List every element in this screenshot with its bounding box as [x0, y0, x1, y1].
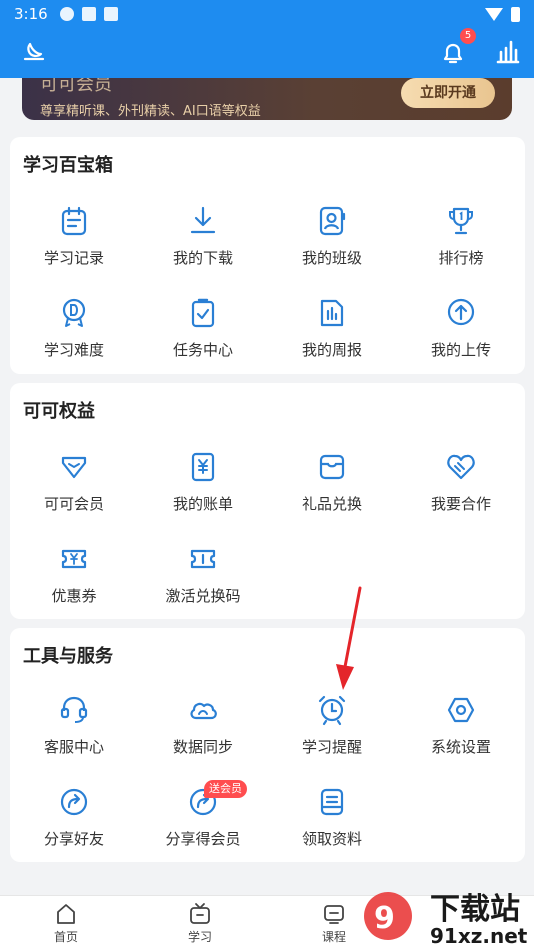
- status-time: 3:16: [14, 5, 48, 23]
- grid-item-label: 领取资料: [301, 830, 362, 848]
- grid-item-study-record[interactable]: 学习记录: [10, 205, 138, 287]
- benefits-card: 可可权益 可可会员 我的账单 礼品兑换 我要合作 优惠券 激活兑换码: [10, 383, 525, 619]
- grid-item-my-uploads[interactable]: 我的上传: [397, 297, 525, 379]
- grid-item-task-center[interactable]: 任务中心: [139, 297, 267, 379]
- grid-item-vip[interactable]: 可可会员: [10, 451, 138, 533]
- watermark-text-top: 下载站: [430, 892, 520, 927]
- alarm-clock-icon: [318, 695, 346, 726]
- notification-badge: 5: [460, 28, 476, 44]
- toolbox-card: 学习百宝箱 学习记录 我的下载 我的班级 排行榜 学习难度 任务中心 我的周报 …: [10, 137, 525, 374]
- tab-label: 首页: [53, 930, 78, 944]
- calendar-note-icon: [61, 206, 87, 236]
- grid-item-leaderboard[interactable]: 排行榜: [397, 205, 525, 287]
- grid-item-label: 任务中心: [172, 341, 233, 359]
- night-mode-icon[interactable]: [22, 40, 46, 64]
- grid-item-my-downloads[interactable]: 我的下载: [139, 205, 267, 287]
- materials-icon: [320, 788, 344, 816]
- grid-item-label: 分享好友: [43, 830, 104, 848]
- top-bar: 5: [0, 28, 534, 78]
- trophy-icon: [449, 207, 473, 235]
- grid-item-label: 我的周报: [301, 341, 362, 359]
- grid-item-label: 分享得会员: [165, 830, 241, 848]
- grid-item-label: 我的下载: [172, 249, 233, 267]
- bill-icon: [191, 452, 215, 482]
- wifi-icon: [485, 7, 503, 21]
- clipboard-check-icon: [191, 298, 215, 328]
- grid-item-study-difficulty[interactable]: 学习难度: [10, 297, 138, 379]
- grid-item-share-vip[interactable]: 分享得会员: [139, 786, 267, 868]
- grid-item-customer-service[interactable]: 客服中心: [10, 694, 138, 776]
- grid-item-my-bills[interactable]: 我的账单: [139, 451, 267, 533]
- grid-item-gift-redeem[interactable]: 礼品兑换: [268, 451, 396, 533]
- grid-item-label: 学习难度: [43, 341, 104, 359]
- tab-study[interactable]: 学习: [165, 902, 235, 945]
- grid-item-study-reminder[interactable]: 学习提醒: [268, 694, 396, 776]
- handshake-heart-icon: [447, 454, 475, 480]
- services-title: 工具与服务: [23, 646, 113, 667]
- study-tv-icon: [190, 903, 210, 924]
- toolbox-title: 学习百宝箱: [23, 155, 113, 176]
- share-icon: [60, 788, 88, 816]
- grid-item-activate-code[interactable]: 激活兑换码: [139, 543, 267, 625]
- grid-item-label: 学习提醒: [301, 738, 362, 756]
- tab-course[interactable]: 课程: [299, 902, 369, 945]
- grid-item-label: 我的账单: [172, 495, 233, 513]
- grid-item-label: 优惠券: [51, 587, 97, 605]
- grid-item-label: 礼品兑换: [301, 495, 362, 513]
- course-icon: [324, 905, 344, 924]
- tab-label: 课程: [321, 930, 346, 944]
- status-bar: 3:16: [0, 0, 534, 28]
- class-profile-icon: [319, 206, 346, 236]
- share-vip-promo-tag: 送会员: [204, 780, 247, 798]
- headset-icon: [60, 696, 88, 723]
- grid-item-label: 我的班级: [301, 249, 362, 267]
- report-chart-icon: [320, 299, 344, 327]
- services-card: 工具与服务 客服中心 数据同步 学习提醒 系统设置 分享好友 分享得会员 领取资…: [10, 628, 525, 862]
- watermark-text-bottom: 91xz.net: [430, 924, 528, 948]
- ticket-code-icon: [190, 549, 216, 569]
- grid-item-label: 数据同步: [172, 738, 233, 756]
- vip-banner-title: 可可会员: [40, 78, 112, 95]
- grid-item-system-settings[interactable]: 系统设置: [397, 694, 525, 776]
- coupon-icon: [61, 549, 87, 569]
- grid-item-data-sync[interactable]: 数据同步: [139, 694, 267, 776]
- grid-item-label: 排行榜: [438, 249, 484, 267]
- grid-item-label: 系统设置: [430, 738, 491, 756]
- svg-text:9: 9: [374, 901, 395, 936]
- grid-item-label: 我要合作: [430, 495, 491, 513]
- difficulty-medal-icon: [62, 298, 86, 327]
- gift-box-icon: [319, 454, 345, 480]
- grid-item-label: 我的上传: [430, 341, 491, 359]
- settings-hexagon-icon: [447, 697, 475, 723]
- grid-item-share-friends[interactable]: 分享好友: [10, 786, 138, 868]
- bell-icon[interactable]: [440, 40, 466, 66]
- tab-label: 学习: [187, 930, 212, 944]
- grid-item-weekly-report[interactable]: 我的周报: [268, 297, 396, 379]
- grid-item-coupons[interactable]: 优惠券: [10, 543, 138, 625]
- download-icon: [190, 206, 216, 234]
- grid-item-label: 激活兑换码: [165, 587, 241, 605]
- battery-icon: [511, 6, 520, 22]
- status-app-icon: [59, 7, 74, 21]
- status-app-icon: [103, 7, 118, 21]
- home-icon: [57, 904, 75, 924]
- grid-item-cooperation[interactable]: 我要合作: [397, 451, 525, 533]
- grid-item-label: 客服中心: [43, 738, 104, 756]
- grid-item-label: 学习记录: [43, 249, 104, 267]
- grid-item-get-materials[interactable]: 领取资料: [268, 786, 396, 868]
- grid-item-my-class[interactable]: 我的班级: [268, 205, 396, 287]
- vip-banner-subtitle: 尊享精听课、外刊精读、AI口语等权益: [40, 104, 261, 119]
- vip-diamond-icon: [61, 456, 87, 479]
- open-vip-button[interactable]: 立即开通: [401, 78, 495, 108]
- upload-icon: [447, 298, 475, 326]
- grid-item-label: 可可会员: [43, 495, 104, 513]
- status-app-icon: [81, 7, 96, 21]
- stats-icon[interactable]: [494, 38, 522, 66]
- tab-home[interactable]: 首页: [31, 902, 101, 945]
- cloud-sync-icon: [190, 702, 217, 720]
- watermark: 9 下载站 91xz.net: [360, 880, 534, 950]
- benefits-title: 可可权益: [23, 401, 95, 422]
- vip-banner[interactable]: 可可会员 尊享精听课、外刊精读、AI口语等权益 立即开通: [22, 78, 512, 120]
